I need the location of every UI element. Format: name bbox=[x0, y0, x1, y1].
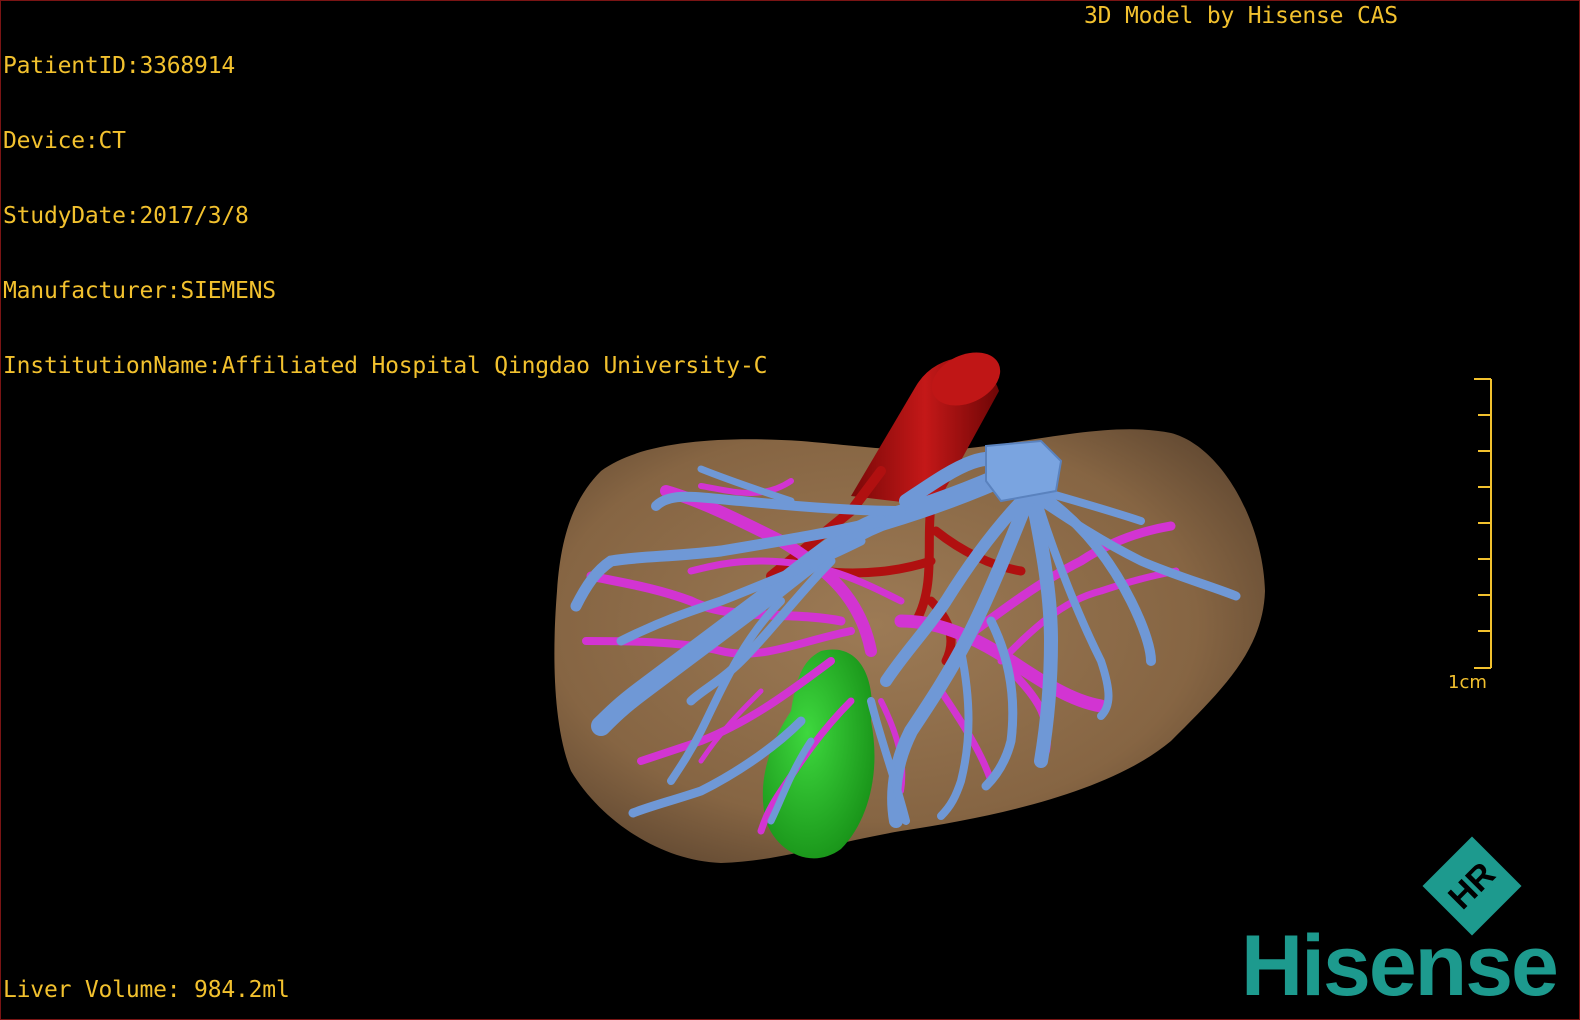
study-date: StudyDate:2017/3/8 bbox=[3, 203, 249, 229]
hisense-logo: Hisense bbox=[1241, 918, 1559, 1014]
scale-bar bbox=[1474, 378, 1492, 669]
portal-confluence bbox=[985, 439, 1063, 503]
dicom-info-overlay: PatientID:3368914 Device:CT StudyDate:20… bbox=[3, 4, 767, 429]
patient-id: PatientID:3368914 bbox=[3, 53, 236, 79]
institution-name: InstitutionName:Affiliated Hospital Qing… bbox=[3, 353, 768, 379]
model-title: 3D Model by Hisense CAS bbox=[1084, 3, 1398, 29]
3d-viewport[interactable]: PatientID:3368914 Device:CT StudyDate:20… bbox=[0, 0, 1580, 1020]
scale-bar-label: 1cm bbox=[1448, 672, 1487, 693]
liver-volume: Liver Volume: 984.2ml bbox=[3, 977, 290, 1003]
device: Device:CT bbox=[3, 128, 126, 154]
manufacturer: Manufacturer:SIEMENS bbox=[3, 278, 276, 304]
